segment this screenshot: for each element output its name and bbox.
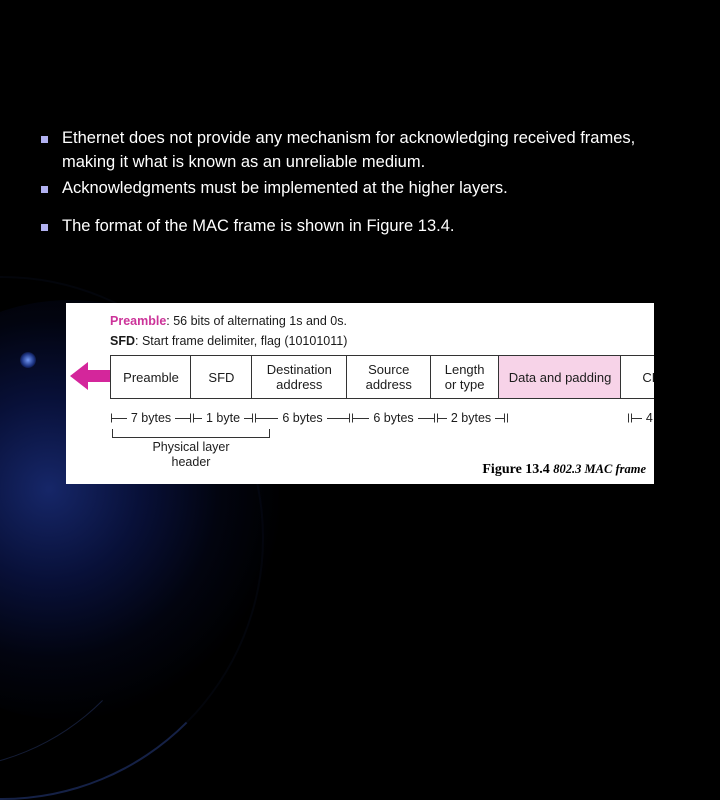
- field-label-data-and-padding: Data and padding: [508, 369, 612, 385]
- field-label-length-or-type: Length or type: [444, 362, 485, 392]
- field-box-destination-address: Destination address: [250, 355, 348, 399]
- size-data-and-padding: [506, 407, 630, 429]
- bullet-square-icon: [36, 126, 62, 145]
- bullet-text: The format of the MAC frame is shown in …: [62, 217, 455, 235]
- size-label-source-address: 6 bytes: [369, 411, 418, 425]
- size-length-or-type: 2 bytes: [436, 407, 506, 429]
- field-box-source-address: Source address: [346, 355, 432, 399]
- physical-layer-label: Physical layer header: [152, 440, 230, 469]
- figure-caption: Figure 13.4 802.3 MAC frame: [482, 462, 646, 478]
- field-label-preamble: Preamble: [123, 369, 179, 385]
- list-item: Ethernet does not provide any mechanism …: [36, 126, 686, 174]
- size-sfd: 1 byte: [192, 407, 254, 429]
- legend-text-sfd: : Start frame delimiter, flag (10101011): [135, 334, 348, 348]
- size-crc: 4 bytes: [630, 407, 654, 429]
- list-item: Acknowledgments must be implemented at t…: [36, 176, 686, 200]
- figure-caption-number: Figure 13.4: [482, 462, 550, 477]
- field-box-sfd: SFD: [190, 355, 253, 399]
- background-dot: [20, 352, 36, 368]
- size-destination-address: 6 bytes: [254, 407, 351, 429]
- figure-legend: Preamble: 56 bits of alternating 1s and …: [110, 311, 347, 351]
- field-label-sfd: SFD: [208, 369, 235, 385]
- bullet-square-icon: [36, 176, 62, 195]
- legend-label-preamble: Preamble: [110, 314, 167, 328]
- size-label-preamble: 7 bytes: [126, 411, 176, 425]
- frame-field-boxes: Preamble SFD Destination address Source …: [110, 355, 654, 399]
- list-item: The format of the MAC frame is shown in …: [36, 214, 686, 238]
- size-label-length-or-type: 2 bytes: [446, 411, 496, 425]
- legend-line-sfd: SFD: Start frame delimiter, flag (101010…: [110, 331, 347, 351]
- physical-layer-brace: [112, 429, 270, 438]
- figure-caption-title: 802.3 MAC frame: [553, 462, 646, 476]
- field-box-data-and-padding: Data and padding: [498, 355, 623, 399]
- field-box-length-or-type: Length or type: [429, 355, 500, 399]
- size-preamble: 7 bytes: [110, 407, 192, 429]
- bullet-text: Ethernet does not provide any mechanism …: [62, 129, 636, 171]
- field-label-crc: CRC: [642, 369, 654, 385]
- bullet-square-icon: [36, 214, 62, 233]
- figure-panel: Preamble: 56 bits of alternating 1s and …: [66, 303, 654, 484]
- size-label-destination-address: 6 bytes: [278, 411, 327, 425]
- field-label-destination-address: Destination address: [266, 362, 332, 392]
- size-label-sfd: 1 byte: [201, 411, 245, 425]
- field-box-preamble: Preamble: [110, 355, 192, 399]
- legend-line-preamble: Preamble: 56 bits of alternating 1s and …: [110, 311, 347, 331]
- size-source-address: 6 bytes: [351, 407, 436, 429]
- size-label-crc: 4 bytes: [641, 411, 654, 425]
- bullet-list: Ethernet does not provide any mechanism …: [36, 126, 686, 240]
- physical-layer-header-group: Physical layer header: [110, 429, 272, 470]
- field-box-crc: CRC: [620, 355, 654, 399]
- bullet-text: Acknowledgments must be implemented at t…: [62, 179, 508, 197]
- frame-field-sizes: 7 bytes 1 byte 6 bytes 6 bytes 2 bytes 4…: [110, 407, 654, 429]
- field-label-source-address: Source address: [365, 362, 412, 392]
- legend-text-preamble: : 56 bits of alternating 1s and 0s.: [166, 314, 347, 328]
- legend-label-sfd: SFD: [110, 334, 135, 348]
